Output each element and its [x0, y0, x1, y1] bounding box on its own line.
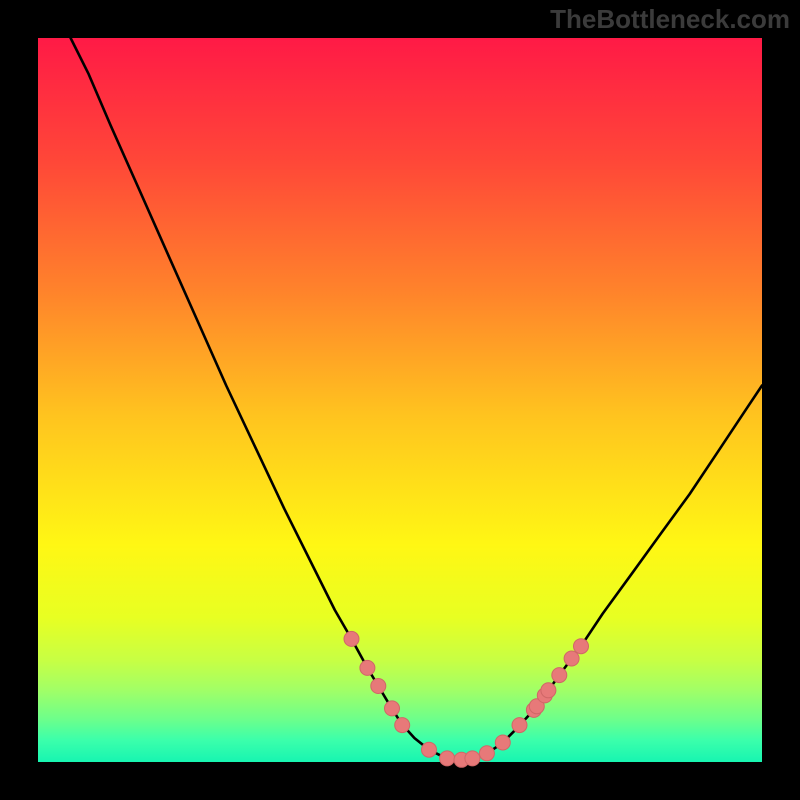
bottleneck-curve-chart: [0, 0, 800, 800]
data-point-marker: [552, 668, 567, 683]
plot-gradient-background: [38, 38, 762, 762]
data-point-marker: [385, 701, 400, 716]
data-point-marker: [574, 639, 589, 654]
chart-container: TheBottleneck.com: [0, 0, 800, 800]
watermark-text: TheBottleneck.com: [550, 4, 790, 35]
data-point-marker: [479, 746, 494, 761]
data-point-marker: [512, 718, 527, 733]
data-point-marker: [495, 735, 510, 750]
data-point-marker: [541, 683, 556, 698]
data-point-marker: [360, 660, 375, 675]
data-point-marker: [465, 751, 480, 766]
data-point-marker: [395, 718, 410, 733]
data-point-marker: [564, 651, 579, 666]
data-point-marker: [422, 742, 437, 757]
data-point-marker: [344, 631, 359, 646]
data-point-marker: [440, 751, 455, 766]
data-point-marker: [371, 679, 386, 694]
